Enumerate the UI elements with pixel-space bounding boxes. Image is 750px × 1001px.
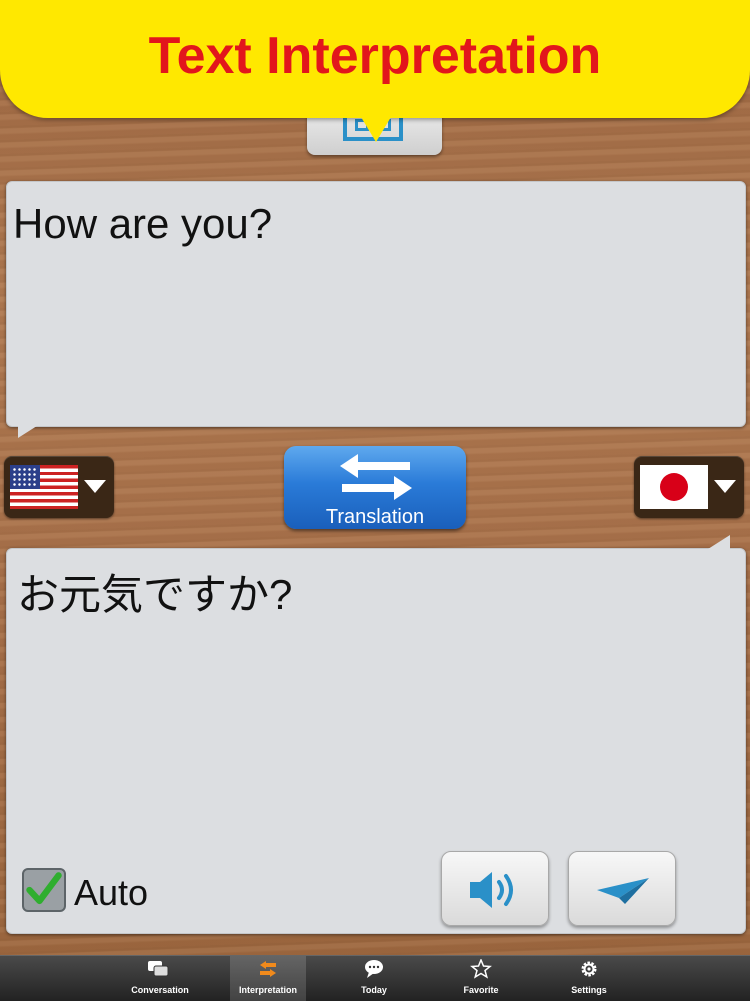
chevron-down-icon xyxy=(714,480,736,493)
translated-text: お元気ですか? xyxy=(17,571,293,618)
translation-label: Translation xyxy=(325,506,425,528)
source-bubble-tail xyxy=(18,424,40,438)
send-button[interactable] xyxy=(568,851,676,926)
banner-pointer xyxy=(358,112,394,142)
speech-bubble-icon xyxy=(365,960,383,978)
source-language-selector[interactable] xyxy=(4,456,114,518)
gear-icon xyxy=(581,961,597,977)
tab-today[interactable]: Today xyxy=(336,956,412,1001)
chevron-down-icon xyxy=(84,480,106,493)
speaker-icon xyxy=(470,872,513,908)
speak-button[interactable] xyxy=(441,851,549,926)
page-title: Text Interpretation xyxy=(148,27,602,85)
auto-checkbox[interactable] xyxy=(22,868,66,912)
swap-arrows-icon xyxy=(260,961,276,977)
target-language-selector[interactable] xyxy=(634,456,744,518)
tab-label: Settings xyxy=(571,985,607,995)
tab-label: Favorite xyxy=(463,985,499,995)
source-text-area[interactable]: How are you? xyxy=(6,181,746,427)
tab-settings[interactable]: Settings xyxy=(551,956,627,1001)
checkmark-icon xyxy=(26,872,62,905)
tab-favorite[interactable]: Favorite xyxy=(443,956,519,1001)
tab-label: Today xyxy=(361,985,387,995)
star-icon xyxy=(470,959,492,979)
us-flag-icon xyxy=(10,465,78,509)
translation-button[interactable]: Translation xyxy=(284,446,466,529)
tab-label: Conversation xyxy=(131,985,189,995)
paper-plane-icon xyxy=(597,878,649,904)
auto-label: Auto xyxy=(74,872,149,913)
tab-label: Interpretation xyxy=(238,985,297,995)
tab-interpretation[interactable]: Interpretation xyxy=(230,956,306,1001)
header-banner: Text Interpretation xyxy=(0,0,750,118)
target-bubble-tail xyxy=(708,535,730,549)
japan-flag-icon xyxy=(640,465,708,509)
chat-bubbles-icon xyxy=(148,961,169,977)
tab-conversation[interactable]: Conversation xyxy=(122,956,198,1001)
source-text: How are you? xyxy=(13,200,273,247)
swap-arrows-icon xyxy=(340,454,412,500)
tab-bar: Conversation Interpretation Today Favori… xyxy=(0,955,750,1001)
